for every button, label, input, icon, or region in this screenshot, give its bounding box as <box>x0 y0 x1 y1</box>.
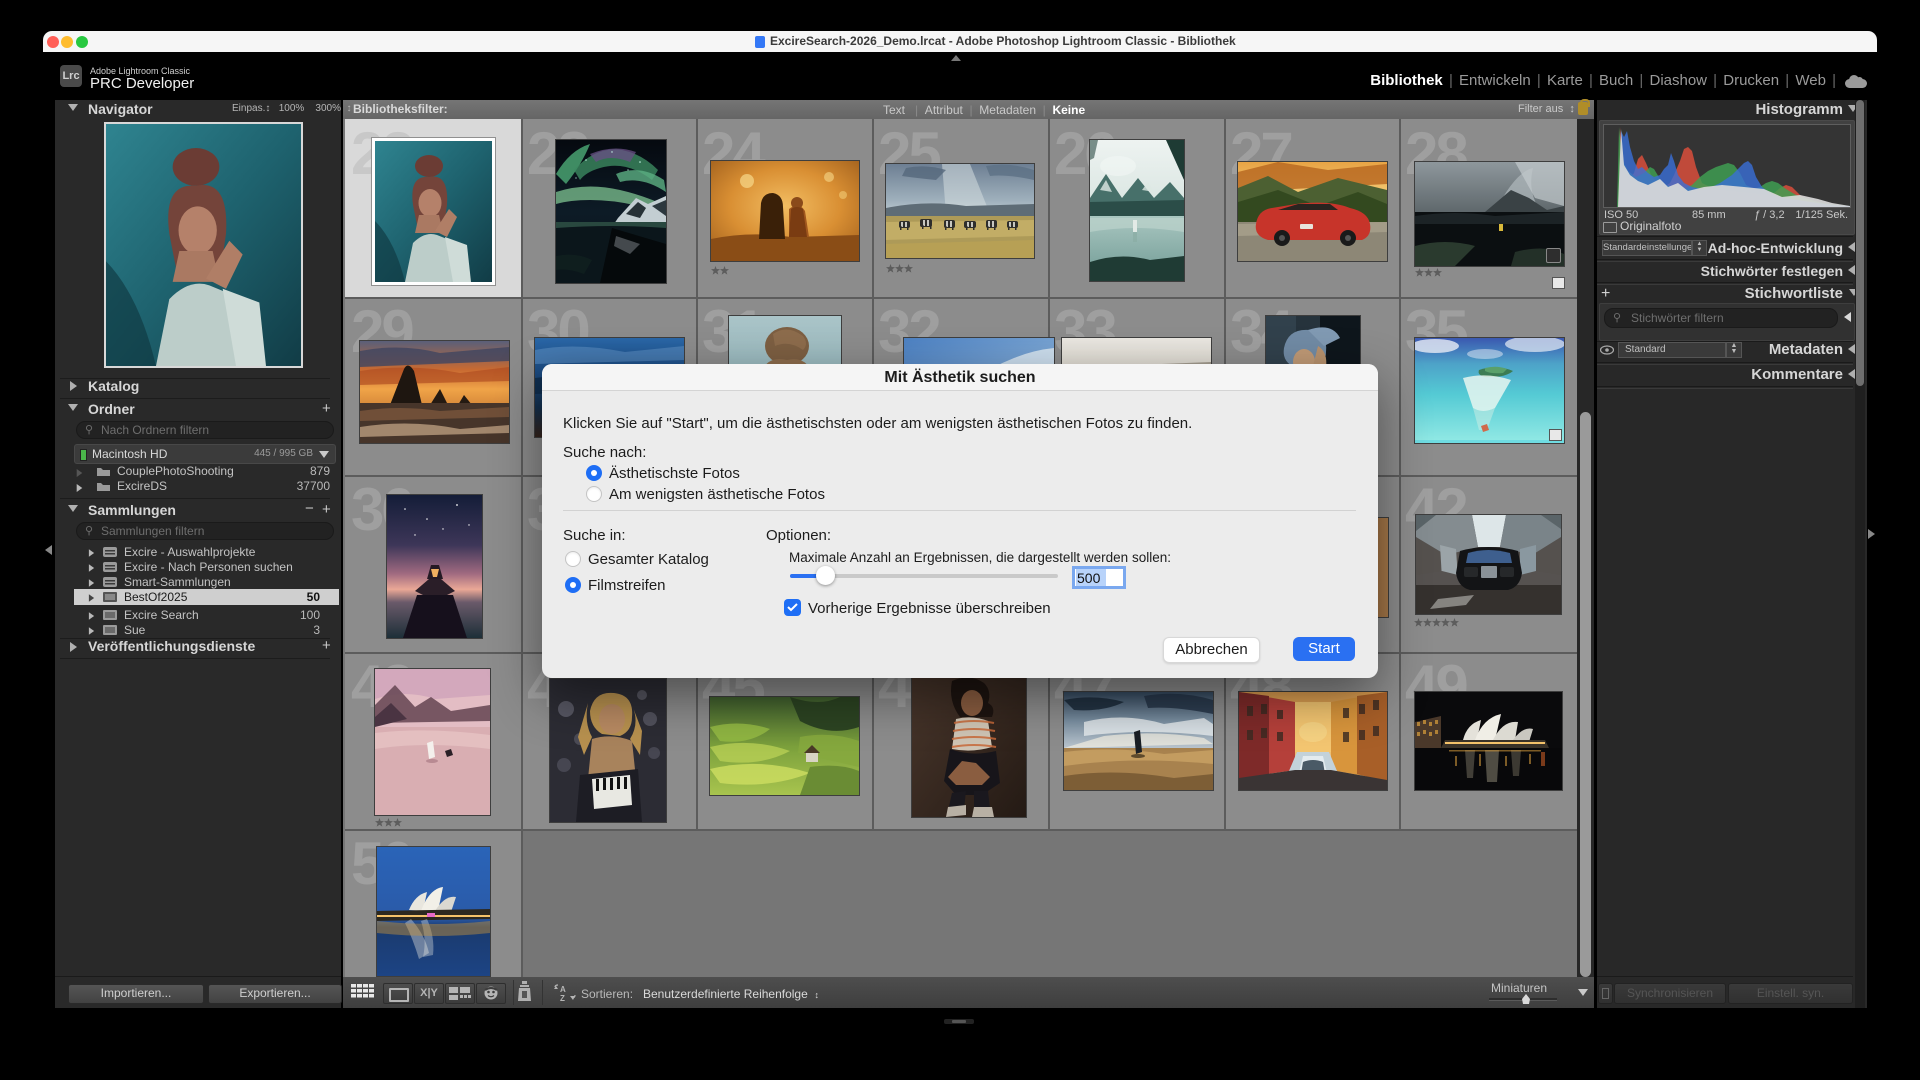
svg-text:Z: Z <box>560 994 565 1002</box>
svg-text:A: A <box>560 985 566 994</box>
